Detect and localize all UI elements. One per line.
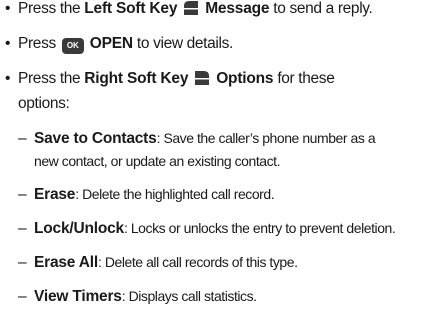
bullet-marker: • <box>5 70 11 87</box>
options-label: Options <box>216 70 274 87</box>
option-desc-continuation: new contact, or update an existing conta… <box>34 153 281 169</box>
option-view-timers: – View Timers: Displays call statistics. <box>18 287 257 306</box>
bullet-marker: • <box>5 35 11 52</box>
bullet-text-suffix: to view details. <box>132 35 233 52</box>
option-term: Save to Contacts <box>34 130 157 147</box>
bullet-text-prefix: Press the <box>18 0 85 17</box>
message-label: Message <box>205 0 270 17</box>
option-desc: : Displays call statistics. <box>121 288 257 304</box>
option-save-to-contacts: – Save to Contacts: Save the caller’s pho… <box>18 129 376 148</box>
option-lock-unlock: – Lock/Unlock: Locks or unlocks the entry… <box>18 219 396 238</box>
dash-marker: – <box>18 130 27 147</box>
bullet-item-right-soft-key: • Press the Right Soft Key Options for th… <box>5 70 335 88</box>
bullet-text-prefix: Press <box>18 35 60 52</box>
option-desc: : Delete all call records of this type. <box>97 254 298 270</box>
open-label: OPEN <box>89 35 133 52</box>
option-term: Erase <box>34 186 76 203</box>
dash-marker: – <box>18 186 27 203</box>
ok-key-icon: OK <box>61 38 84 54</box>
dash-marker: – <box>18 254 27 271</box>
bullet-item-left-soft-key: • Press the Left Soft Key Message to send… <box>5 0 373 18</box>
dash-marker: – <box>18 288 27 305</box>
manual-page: • Press the Left Soft Key Message to send… <box>0 0 432 318</box>
option-erase-all: – Erase All: Delete all call records of t… <box>18 253 298 272</box>
dash-marker: – <box>18 220 27 237</box>
right-soft-key-label: Right Soft Key <box>84 70 189 87</box>
left-soft-key-icon <box>184 1 199 15</box>
bullet-marker: • <box>5 0 11 17</box>
bullet-text-suffix: for these <box>273 70 335 87</box>
left-soft-key-label: Left Soft Key <box>84 0 178 17</box>
option-term: Lock/Unlock <box>34 220 124 237</box>
option-desc: : Delete the highlighted call record. <box>75 186 275 202</box>
bullet-item-ok-key: • Press OK OPEN to view details. <box>5 35 233 54</box>
option-desc: : Locks or unlocks the entry to prevent … <box>123 220 396 236</box>
bullet-text-prefix: Press the <box>18 70 85 87</box>
option-erase: – Erase: Delete the highlighted call reco… <box>18 185 275 204</box>
bullet-continuation: options: <box>18 95 70 112</box>
right-soft-key-icon <box>195 71 210 85</box>
option-term: Erase All <box>34 254 98 271</box>
option-desc: : Save the caller’s phone number as a <box>156 130 376 146</box>
bullet-text-suffix: to send a reply. <box>269 0 373 17</box>
option-term: View Timers <box>34 288 122 305</box>
